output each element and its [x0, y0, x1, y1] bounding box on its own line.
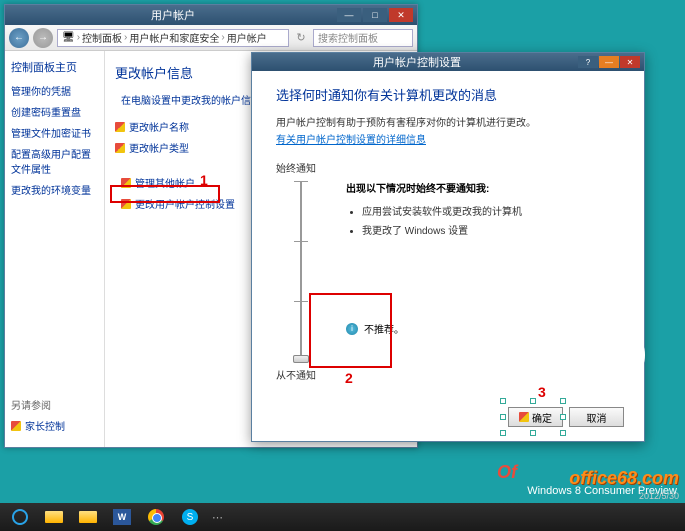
taskbar: W S ⋯	[0, 503, 685, 531]
taskbar-explorer[interactable]	[38, 506, 70, 528]
sidebar: 控制面板主页 管理你的凭据 创建密码重置盘 管理文件加密证书 配置高级用户配置文…	[5, 51, 105, 447]
maximize-button[interactable]: □	[363, 8, 387, 22]
help-button[interactable]: ?	[578, 56, 598, 68]
shield-icon	[115, 122, 125, 132]
breadcrumb-item[interactable]: 用户帐户	[227, 30, 267, 45]
window-controls: — □ ✕	[337, 8, 413, 22]
ok-button[interactable]: 确定	[508, 407, 563, 427]
watermark-of: Of	[497, 462, 517, 483]
uac-desc: 用户帐户控制有助于预防有害程序对你的计算机进行更改。	[276, 114, 620, 129]
taskbar-explorer-2[interactable]	[72, 506, 104, 528]
breadcrumb[interactable]: 🖥 › 控制面板 › 用户帐户和家庭安全 › 用户帐户	[57, 29, 289, 47]
sidebar-parental[interactable]: 家长控制	[11, 418, 98, 433]
folder-icon	[45, 511, 63, 523]
taskbar-ie[interactable]	[4, 506, 36, 528]
minimize-button[interactable]: —	[599, 56, 619, 68]
annotation-label-1: 1	[200, 172, 208, 188]
selection-handle	[500, 414, 506, 420]
sidebar-item-reset-disk[interactable]: 创建密码重置盘	[11, 104, 98, 119]
uac-dialog: 用户帐户控制设置 ? — ✕ 选择何时通知你有关计算机更改的消息 用户帐户控制有…	[251, 52, 645, 442]
selection-handle	[530, 398, 536, 404]
navbar: ← → 🖥 › 控制面板 › 用户帐户和家庭安全 › 用户帐户 ↻ 搜索控制面板	[5, 25, 417, 51]
info-item: 我更改了 Windows 设置	[362, 222, 620, 237]
not-recommended: i 不推荐。	[346, 321, 620, 336]
uac-heading: 选择何时通知你有关计算机更改的消息	[276, 85, 620, 104]
breadcrumb-item[interactable]: 控制面板	[82, 30, 122, 45]
shield-icon	[121, 199, 131, 209]
selection-handle	[500, 430, 506, 436]
refresh-icon[interactable]: ↻	[293, 31, 309, 44]
minimize-button[interactable]: —	[337, 8, 361, 22]
taskbar-skype[interactable]: S	[174, 506, 206, 528]
folder-icon	[79, 511, 97, 523]
selection-handle	[500, 398, 506, 404]
sidebar-item-encryption[interactable]: 管理文件加密证书	[11, 125, 98, 140]
uac-help-link[interactable]: 有关用户帐户控制设置的详细信息	[276, 131, 620, 146]
selection-handle	[560, 430, 566, 436]
titlebar[interactable]: 用户帐户 — □ ✕	[5, 5, 417, 25]
uac-slider[interactable]	[291, 181, 311, 361]
forward-button[interactable]: →	[33, 28, 53, 48]
close-button[interactable]: ✕	[620, 56, 640, 68]
sidebar-home[interactable]: 控制面板主页	[11, 59, 98, 75]
word-icon: W	[113, 509, 131, 525]
info-heading: 出现以下情况时始终不要通知我:	[346, 180, 620, 195]
sidebar-see-also: 另请参阅	[11, 397, 98, 412]
search-input[interactable]: 搜索控制面板	[313, 29, 413, 47]
uac-titlebar[interactable]: 用户帐户控制设置 ? — ✕	[252, 53, 644, 71]
sidebar-item-env[interactable]: 更改我的环境变量	[11, 182, 98, 197]
sidebar-item-credentials[interactable]: 管理你的凭据	[11, 83, 98, 98]
back-button[interactable]: ←	[9, 28, 29, 48]
cancel-button[interactable]: 取消	[569, 407, 624, 427]
sidebar-item-profile[interactable]: 配置高级用户配置文件属性	[11, 146, 98, 176]
selection-handle	[560, 398, 566, 404]
window-title: 用户帐户	[9, 7, 337, 23]
annotation-label-3: 3	[538, 384, 546, 400]
selection-handle	[530, 430, 536, 436]
breadcrumb-item[interactable]: 用户帐户和家庭安全	[129, 30, 219, 45]
desktop-ring-decoration	[585, 325, 645, 385]
ie-icon	[12, 509, 28, 525]
skype-icon: S	[182, 509, 198, 525]
slider-min-label: 从不通知	[276, 367, 326, 382]
taskbar-word[interactable]: W	[106, 506, 138, 528]
shield-icon	[121, 178, 131, 188]
pc-icon: 🖥	[62, 32, 75, 43]
uac-title: 用户帐户控制设置	[256, 54, 578, 70]
shield-icon	[11, 421, 21, 431]
selection-handle	[560, 414, 566, 420]
watermark-url: office68.com	[569, 468, 679, 489]
close-button[interactable]: ✕	[389, 8, 413, 22]
slider-max-label: 始终通知	[276, 160, 326, 175]
info-item: 应用尝试安装软件或更改我的计算机	[362, 203, 620, 218]
info-icon: i	[346, 323, 358, 335]
chrome-icon	[148, 509, 164, 525]
watermark-date: 2012/5/30	[639, 491, 679, 501]
annotation-label-2: 2	[345, 370, 353, 386]
shield-icon	[519, 412, 529, 422]
taskbar-chrome[interactable]	[140, 506, 172, 528]
slider-thumb[interactable]	[293, 355, 309, 363]
shield-icon	[115, 143, 125, 153]
taskbar-overflow[interactable]: ⋯	[212, 511, 223, 524]
